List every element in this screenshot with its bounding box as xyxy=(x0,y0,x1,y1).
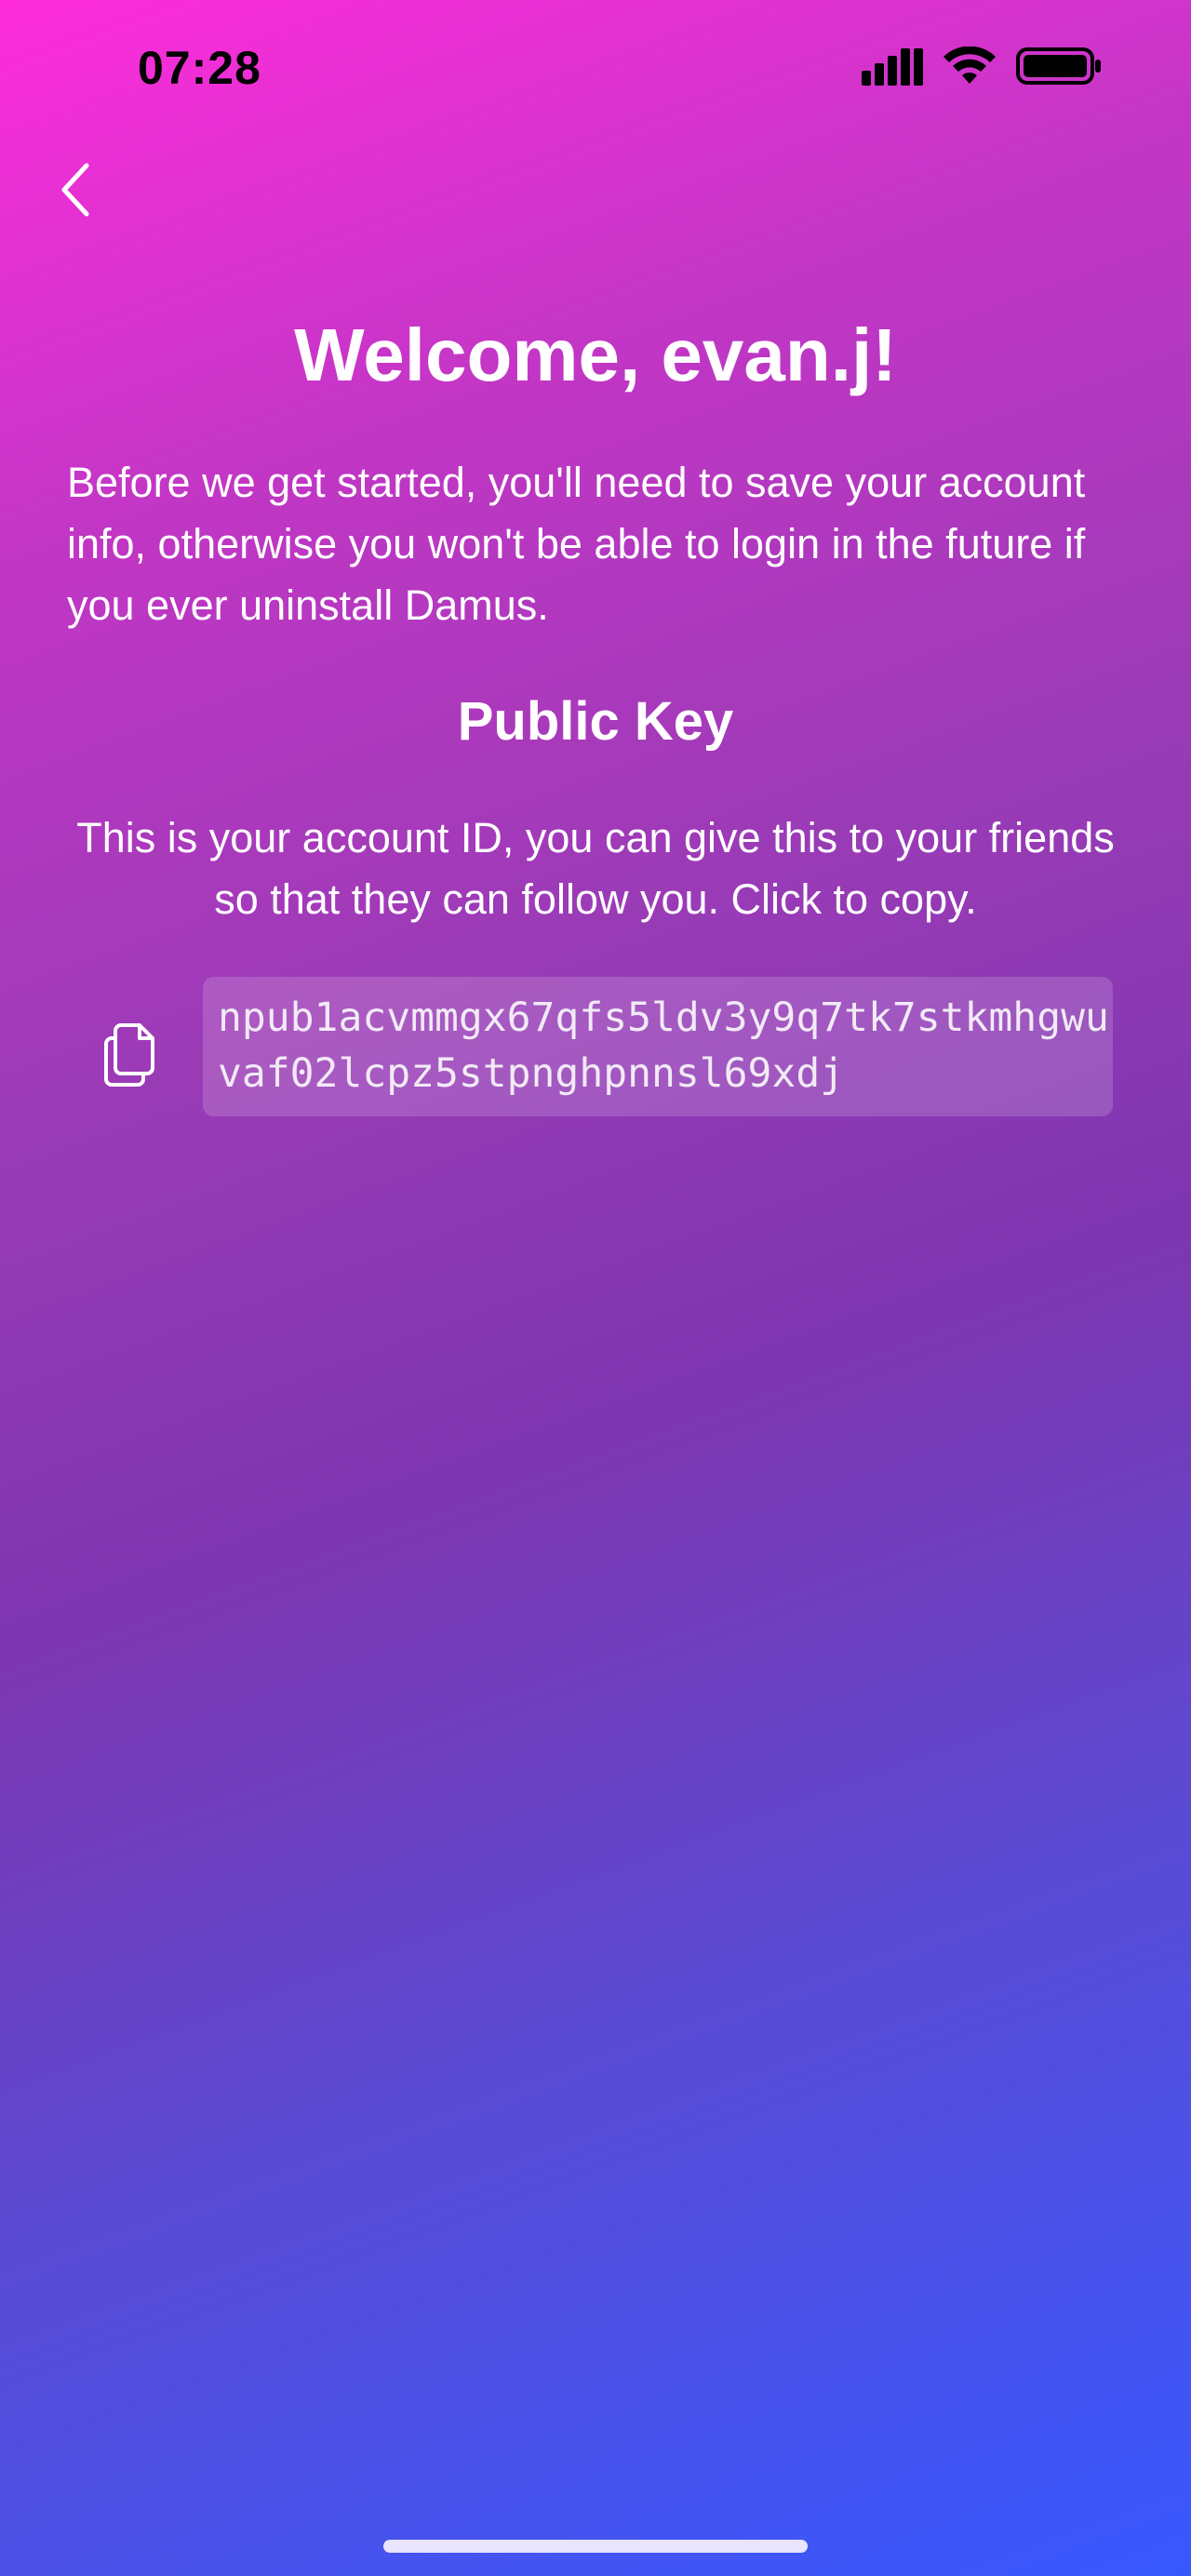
public-key-value: npub1acvmmgx67qfs5ldv3y9q7tk7stkmhgwuvaf… xyxy=(218,994,1109,1097)
back-button[interactable] xyxy=(52,162,99,222)
copy-icon xyxy=(100,1023,160,1090)
public-key-description: This is your account ID, you can give th… xyxy=(76,814,1115,923)
status-time: 07:28 xyxy=(138,42,261,94)
status-icons xyxy=(862,46,1102,90)
intro-text: Before we get started, you'll need to sa… xyxy=(67,459,1086,629)
battery-icon xyxy=(1016,47,1102,90)
status-bar: 07:28 xyxy=(0,0,1191,140)
wifi-icon xyxy=(943,46,996,90)
public-key-heading: Public Key xyxy=(457,691,734,752)
cellular-signal-icon xyxy=(862,47,923,90)
copy-button[interactable] xyxy=(100,1020,160,1087)
page-title: Welcome, evan.j! xyxy=(294,314,897,396)
home-indicator[interactable] xyxy=(383,2540,808,2553)
chevron-left-icon xyxy=(57,162,94,222)
public-key-box[interactable]: npub1acvmmgx67qfs5ldv3y9q7tk7stkmhgwuvaf… xyxy=(203,977,1113,1116)
